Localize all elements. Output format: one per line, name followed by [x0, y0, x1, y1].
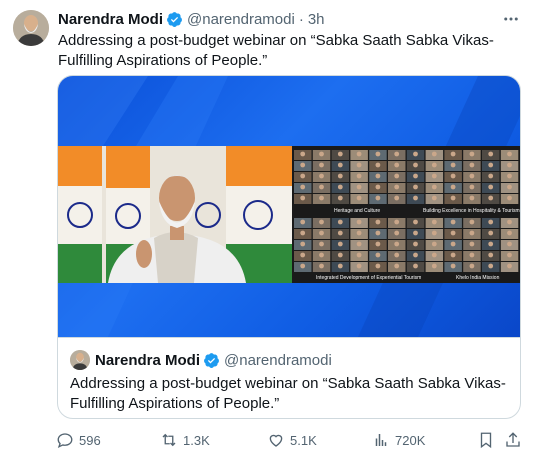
like-button[interactable]: 5.1K	[267, 429, 317, 451]
repost-icon	[162, 433, 176, 447]
verified-badge-icon	[166, 11, 183, 28]
bookmark-button[interactable]	[477, 429, 500, 451]
quoted-author-name[interactable]: Narendra Modi	[95, 352, 200, 369]
views-count: 720K	[395, 432, 426, 448]
quoted-header: Narendra Modi @narendramodi	[95, 350, 332, 370]
verified-badge-icon	[203, 352, 220, 369]
author-avatar[interactable]	[13, 10, 49, 46]
action-bar: 596 1.3K 5.1K 720K	[56, 429, 526, 451]
views-button[interactable]: 720K	[372, 429, 425, 451]
share-button[interactable]	[504, 429, 527, 451]
repost-button[interactable]: 1.3K	[160, 429, 210, 451]
author-name[interactable]: Narendra Modi	[58, 11, 163, 28]
quoted-tweet[interactable]: Narendra Modi @narendramodi Addressing a…	[58, 337, 520, 418]
bookmark-icon	[480, 432, 492, 449]
tweet-text: Addressing a post-budget webinar on “Sab…	[58, 32, 494, 69]
panel-label-2: Building Excellence in Hospitality & Tou…	[423, 208, 520, 214]
reply-button[interactable]: 596	[56, 429, 101, 451]
tweet-header: Narendra Modi @narendramodi · 3h	[58, 9, 325, 29]
quoted-author-handle[interactable]: @narendramodi	[224, 352, 332, 369]
share-icon	[506, 432, 520, 447]
like-count: 5.1K	[290, 432, 317, 448]
author-handle[interactable]: @narendramodi	[187, 11, 295, 28]
tweet-card[interactable]: Heritage and Culture Building Excellence…	[57, 75, 521, 419]
reply-count: 596	[79, 432, 101, 448]
panel-label-1: Heritage and Culture	[334, 208, 380, 214]
separator-dot: ·	[298, 10, 304, 28]
tweet-time[interactable]: 3h	[308, 11, 325, 28]
participants-grid-frame: Heritage and Culture Building Excellence…	[292, 146, 520, 283]
like-icon	[269, 434, 283, 447]
more-icon[interactable]	[501, 10, 521, 28]
tweet-video[interactable]: Heritage and Culture Building Excellence…	[58, 76, 520, 337]
reply-icon	[57, 433, 73, 449]
repost-count: 1.3K	[183, 432, 210, 448]
panel-label-3: Integrated Development of Experiential T…	[316, 275, 421, 281]
views-icon	[375, 434, 387, 446]
quoted-text: Addressing a post-budget webinar on “Sab…	[70, 375, 506, 412]
panel-label-4: Khelo India Mission	[456, 275, 500, 281]
speaker-video-frame	[58, 146, 292, 283]
quoted-author-avatar[interactable]	[70, 350, 90, 370]
